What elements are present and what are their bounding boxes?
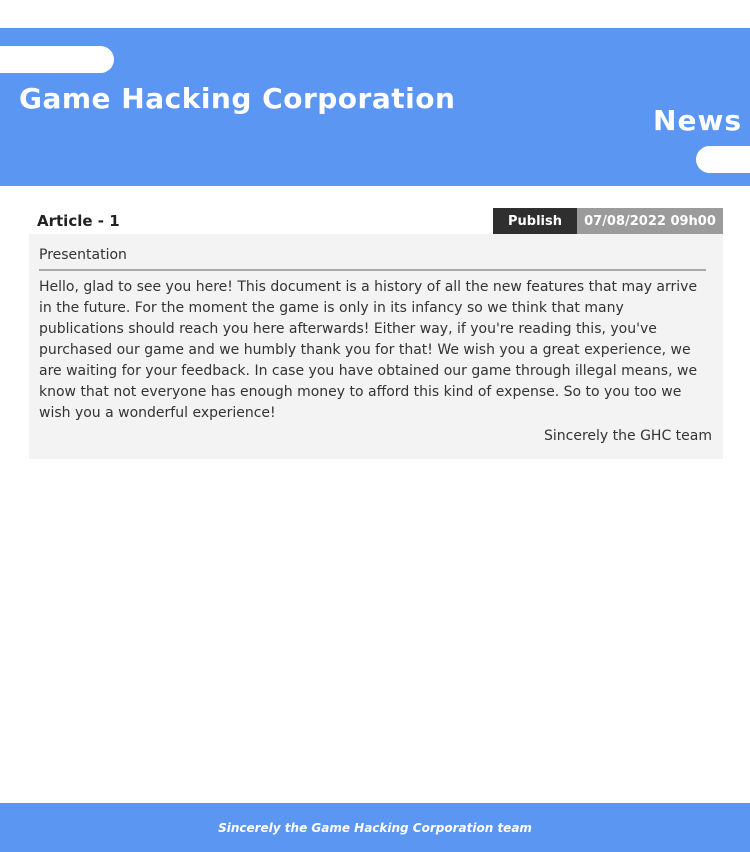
header-decoration-right (696, 146, 750, 173)
page-title: News (653, 104, 742, 137)
article-text: Hello, glad to see you here! This docume… (39, 279, 698, 421)
article-header: Article - 1 Publish 07/08/2022 09h00 (29, 208, 723, 234)
article-title: Article - 1 (37, 212, 120, 230)
footer-text: Sincerely the Game Hacking Corporation t… (218, 820, 532, 835)
article-section-label: Presentation (39, 247, 127, 263)
publish-date: 07/08/2022 09h00 (577, 208, 723, 234)
article-card: Presentation Hello, glad to see you here… (29, 234, 723, 459)
site-header: Game Hacking Corporation News (0, 28, 750, 186)
site-title[interactable]: Game Hacking Corporation (19, 82, 455, 115)
header-decoration-left (0, 46, 114, 73)
site-footer: Sincerely the Game Hacking Corporation t… (0, 803, 750, 852)
section-divider (39, 269, 706, 271)
article-signature: Sincerely the GHC team (544, 428, 712, 444)
publish-badge: Publish (493, 208, 577, 234)
